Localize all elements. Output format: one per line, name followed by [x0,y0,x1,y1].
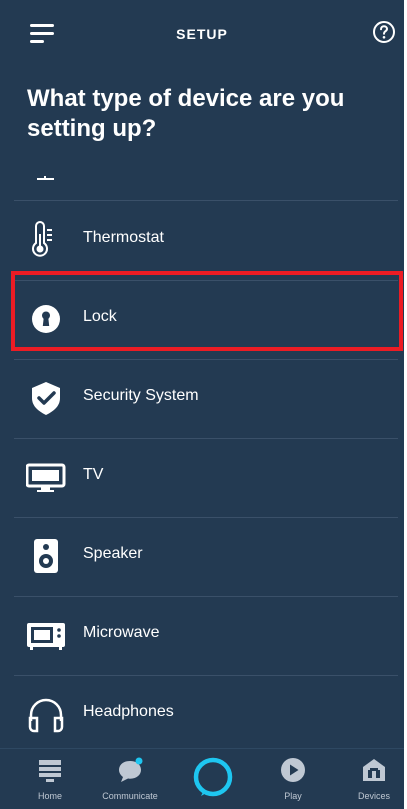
alexa-voice-button[interactable] [191,755,235,799]
nav-home-label: Home [37,791,62,801]
device-option-speaker[interactable]: Speaker [0,517,404,596]
bottom-navigation: Home Communicate Play Devices [0,748,404,809]
home-icon [39,760,61,782]
help-button[interactable] [372,20,396,44]
device-label: Headphones [83,703,174,720]
help-icon [373,21,395,43]
device-option-tv[interactable]: TV [0,438,404,517]
lock-icon [32,305,60,333]
microwave-icon [27,623,65,650]
tv-icon [26,463,66,492]
device-label: TV [83,466,104,483]
alexa-ring-icon [193,757,233,797]
nav-communicate[interactable]: Communicate [90,749,170,809]
chat-bubble-icon [119,757,143,782]
page-title: SETUP [176,26,228,42]
speaker-icon [34,539,58,573]
headphones-icon [28,698,64,733]
device-type-list[interactable]: Thermostat Lock Security System TV Speak… [0,162,404,748]
device-option-security-system[interactable]: Security System [0,359,404,438]
nav-play[interactable]: Play [253,749,333,809]
security-shield-icon [32,382,60,415]
device-option-thermostat[interactable]: Thermostat [0,201,404,280]
device-option-lock[interactable]: Lock [0,280,404,359]
device-option-microwave[interactable]: Microwave [0,596,404,675]
devices-house-icon [363,759,385,781]
play-icon [281,758,305,782]
setup-question-heading: What type of device are you setting up? [27,85,345,142]
nav-communicate-label: Communicate [102,791,158,801]
nav-home[interactable]: Home [10,749,90,809]
device-label: Security System [83,387,199,404]
top-bar: SETUP [0,0,404,68]
device-label: Lock [83,308,117,325]
device-option-headphones[interactable]: Headphones [0,675,404,748]
device-label: Microwave [83,624,160,641]
nav-play-label: Play [284,791,302,801]
partial-device-icon [37,176,54,180]
thermostat-icon [32,221,52,257]
nav-devices[interactable]: Devices [334,749,404,809]
device-label: Speaker [83,545,143,562]
app-screen: SETUP What type of device are you settin… [0,0,404,809]
device-label: Thermostat [83,229,164,246]
nav-devices-label: Devices [357,791,390,801]
